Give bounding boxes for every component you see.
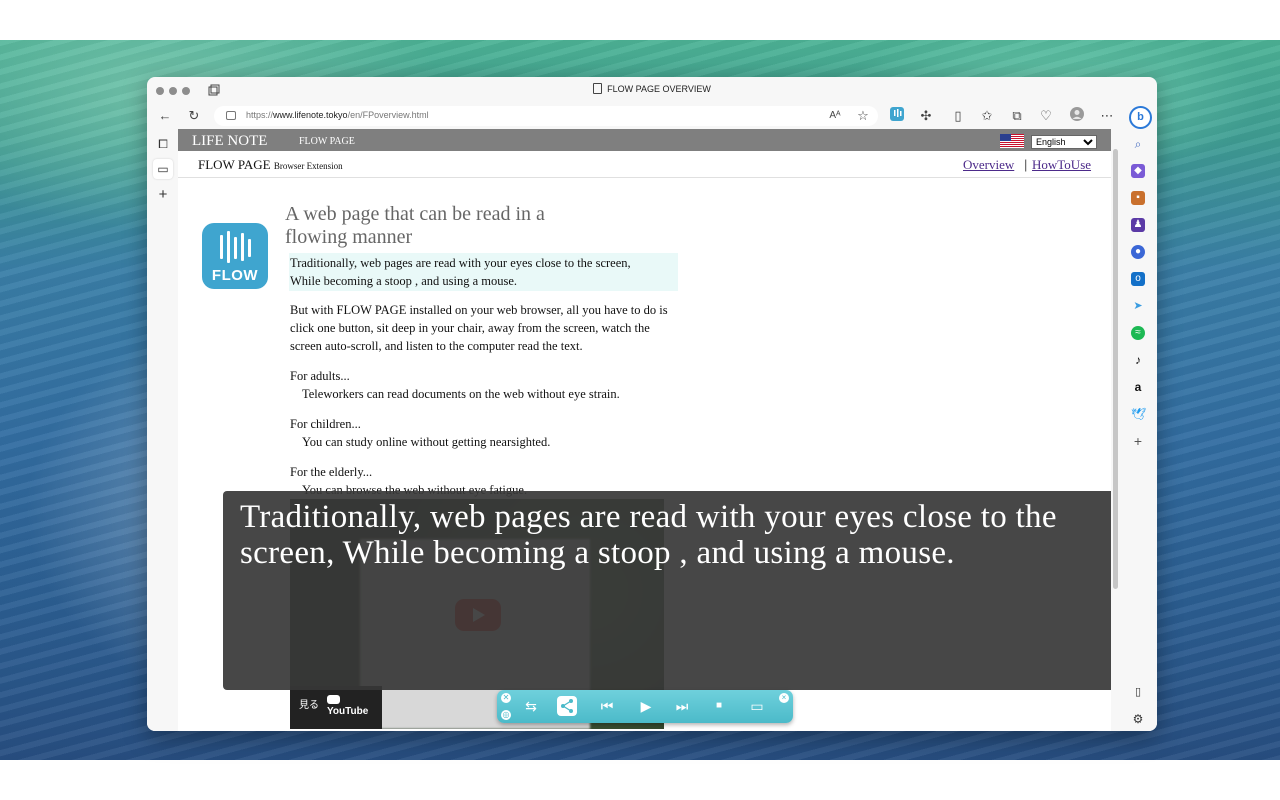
caption-text: Traditionally, web pages are read with y… bbox=[240, 499, 1057, 571]
page-scrollbar[interactable] bbox=[1111, 129, 1121, 731]
url-text[interactable]: https://www.lifenote.tokyo/en/FPoverview… bbox=[246, 110, 429, 120]
favorite-star-icon[interactable]: ☆ bbox=[854, 107, 872, 125]
address-bar[interactable]: https://www.lifenote.tokyo/en/FPoverview… bbox=[214, 106, 878, 126]
audience-text: Teleworkers can read documents on the we… bbox=[302, 387, 620, 401]
more-menu-icon[interactable]: ⋯ bbox=[1098, 107, 1116, 125]
audience-children: For children... You can study online wit… bbox=[290, 415, 680, 451]
audience-adults: For adults... Teleworkers can read docum… bbox=[290, 367, 680, 403]
settings-gear-icon[interactable]: ⚙ bbox=[1131, 712, 1145, 726]
audience-title: For the elderly... bbox=[290, 465, 373, 479]
back-icon[interactable]: ← bbox=[156, 107, 174, 125]
audience-text: You can study online without getting nea… bbox=[302, 435, 551, 449]
profile-avatar-icon[interactable] bbox=[1068, 107, 1086, 125]
web-page-content: LIFE NOTE FLOW PAGE English FLOW PAGE Br… bbox=[178, 129, 1111, 731]
collections-icon[interactable]: ⧉ bbox=[1008, 107, 1026, 125]
split-screen-icon[interactable]: ▯ bbox=[949, 107, 967, 125]
favorites-icon[interactable]: ✩ bbox=[978, 107, 996, 125]
audience-title: For children... bbox=[290, 417, 361, 431]
play-icon[interactable]: ▶ bbox=[634, 694, 658, 718]
vertical-tabs-sidebar: ⧠ ▭ + bbox=[147, 129, 178, 731]
extension-flow-icon[interactable] bbox=[888, 107, 906, 125]
twitter-icon[interactable]: 🕊 bbox=[1131, 407, 1146, 421]
video-watch-bar[interactable]: 見る YouTube bbox=[290, 686, 382, 729]
url-host: www.lifenote.tokyo bbox=[273, 110, 348, 120]
flow-logo: FLOW bbox=[202, 223, 268, 289]
paragraph-line: While becoming a stoop , and using a mou… bbox=[290, 274, 518, 288]
paragraph-highlighted: Traditionally, web pages are read with y… bbox=[289, 253, 678, 291]
add-sidebar-app-icon[interactable]: + bbox=[1131, 434, 1145, 448]
youtube-logo: YouTube bbox=[327, 695, 382, 717]
language-select[interactable]: English bbox=[1031, 135, 1097, 149]
read-aloud-icon[interactable]: Aᴬ bbox=[826, 107, 844, 125]
hide-sidebar-icon[interactable]: ▯ bbox=[1131, 685, 1145, 699]
browser-window: FLOW PAGE OVERVIEW ← ↻ https://www.lifen… bbox=[147, 77, 1157, 731]
tab-title[interactable]: FLOW PAGE OVERVIEW bbox=[147, 83, 1157, 94]
logo-bar bbox=[234, 237, 237, 259]
spotify-icon[interactable]: ≈ bbox=[1131, 326, 1145, 340]
outlook-icon[interactable]: o bbox=[1131, 272, 1145, 286]
send-paper-plane-icon[interactable]: ➤ bbox=[1131, 299, 1145, 313]
previous-icon[interactable]: ⏮ bbox=[595, 694, 619, 718]
office-icon[interactable]: ● bbox=[1131, 245, 1145, 259]
games-icon[interactable]: ♟ bbox=[1131, 218, 1145, 232]
browser-toolbar: ← ↻ https://www.lifenote.tokyo/en/FPover… bbox=[147, 103, 1157, 129]
product-suffix: Browser Extension bbox=[273, 161, 343, 171]
url-path: /en/FPoverview.html bbox=[347, 110, 429, 120]
link-separator: | bbox=[1024, 157, 1028, 172]
minimize-player-icon[interactable]: × bbox=[779, 693, 789, 703]
new-tab-plus-icon[interactable]: + bbox=[153, 185, 173, 205]
scrollbar-thumb[interactable] bbox=[1113, 149, 1118, 589]
product-header: FLOW PAGE Browser Extension Overview | H… bbox=[178, 151, 1111, 178]
close-player-icon[interactable]: ✕ bbox=[501, 693, 511, 703]
logo-bar bbox=[227, 231, 230, 263]
tab-list-icon[interactable]: ⧠ bbox=[153, 134, 173, 154]
extensions-puzzle-icon[interactable]: ✣ bbox=[917, 107, 935, 125]
tools-briefcase-icon[interactable]: ▪ bbox=[1131, 191, 1145, 205]
us-flag-icon bbox=[1000, 134, 1024, 148]
title-bar: FLOW PAGE OVERVIEW bbox=[147, 77, 1157, 103]
nav-link-flow-page[interactable]: FLOW PAGE bbox=[299, 136, 355, 147]
browser-essentials-icon[interactable]: ♡ bbox=[1037, 107, 1055, 125]
flow-player-toolbar: ✕ ◎ ⇆ ⏮ ▶ ⏭ ■ ▭ × bbox=[497, 690, 793, 723]
paragraph-line: Traditionally, web pages are read with y… bbox=[290, 256, 631, 270]
active-tab-page-icon[interactable]: ▭ bbox=[153, 159, 173, 179]
share-icon[interactable] bbox=[555, 694, 579, 718]
page-headline: A web page that can be read in a flowing… bbox=[285, 203, 545, 248]
logo-text: FLOW bbox=[211, 267, 259, 284]
logo-bar bbox=[248, 239, 251, 257]
search-icon[interactable]: ⌕ bbox=[1131, 137, 1145, 151]
link-toggle-icon[interactable]: ⇆ bbox=[519, 694, 543, 718]
logo-bar bbox=[220, 235, 223, 259]
player-settings-icon[interactable]: ◎ bbox=[501, 710, 511, 720]
product-title: FLOW PAGE Browser Extension bbox=[198, 157, 343, 173]
site-navigation: LIFE NOTE FLOW PAGE English bbox=[178, 129, 1111, 151]
lock-icon bbox=[226, 111, 236, 120]
shopping-tag-icon[interactable]: ◆ bbox=[1131, 164, 1145, 178]
site-brand[interactable]: LIFE NOTE bbox=[192, 133, 267, 150]
tiktok-icon[interactable]: ♪ bbox=[1131, 353, 1145, 367]
stop-icon[interactable]: ■ bbox=[707, 694, 731, 718]
next-icon[interactable]: ⏭ bbox=[670, 694, 694, 718]
edge-sidebar: ⌕ ◆ ▪ ♟ ● o ➤ ≈ ♪ a 🕊 + ▯ ⚙ bbox=[1121, 129, 1157, 731]
url-prefix: https:// bbox=[246, 110, 274, 120]
copilot-icon[interactable]: b bbox=[1129, 106, 1152, 129]
paragraph-intro: But with FLOW PAGE installed on your web… bbox=[290, 303, 668, 353]
refresh-icon[interactable]: ↻ bbox=[185, 107, 203, 125]
overview-link[interactable]: Overview bbox=[963, 157, 1014, 173]
watch-label: 見る bbox=[299, 700, 319, 711]
tab-title-label: FLOW PAGE OVERVIEW bbox=[607, 84, 711, 94]
product-name: FLOW PAGE bbox=[198, 157, 271, 172]
howtouse-link[interactable]: HowToUse bbox=[1032, 157, 1091, 173]
logo-bar bbox=[241, 233, 244, 261]
page-icon bbox=[593, 83, 603, 94]
reading-caption-overlay[interactable]: Traditionally, web pages are read with y… bbox=[223, 491, 1111, 690]
caption-toggle-icon[interactable]: ▭ bbox=[745, 694, 769, 718]
audience-title: For adults... bbox=[290, 369, 350, 383]
amazon-icon[interactable]: a bbox=[1131, 380, 1145, 394]
